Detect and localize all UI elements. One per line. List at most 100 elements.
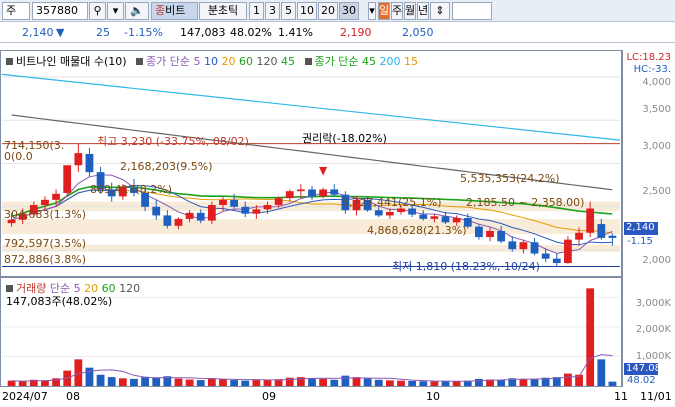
volume-bar bbox=[152, 377, 161, 386]
volume-bar bbox=[452, 380, 461, 386]
volume-bar bbox=[374, 379, 383, 386]
volume-bar bbox=[207, 378, 216, 386]
candle-body bbox=[385, 211, 394, 216]
volume-bar bbox=[107, 377, 116, 386]
legend-ma2-45: 45 bbox=[362, 55, 377, 68]
volume-value-label: 147,083주(48.02%) bbox=[6, 295, 113, 308]
candle-body bbox=[575, 232, 583, 240]
candle-body bbox=[441, 216, 450, 223]
candle-body bbox=[163, 215, 172, 226]
candle-body bbox=[519, 242, 528, 250]
volume-legend-ma-120: 120 bbox=[119, 282, 141, 295]
candle-body bbox=[285, 191, 294, 199]
candle-body bbox=[241, 206, 250, 214]
legend-square-icon bbox=[6, 58, 13, 65]
price-legend: 비트나인 매물대 수(10) 종가 단순 5 10 20 60 120 45 종… bbox=[6, 53, 418, 69]
candle-body bbox=[319, 189, 328, 197]
candle-body bbox=[185, 212, 194, 219]
volume-bar bbox=[263, 379, 272, 386]
candle-body bbox=[196, 212, 205, 221]
volume-bar bbox=[441, 381, 450, 386]
legend-ma-title: 종가 단순 bbox=[146, 55, 191, 68]
legend-ma-45: 45 bbox=[281, 55, 296, 68]
volume-bar bbox=[230, 380, 239, 386]
volume-bar bbox=[308, 378, 316, 386]
candle-body bbox=[541, 253, 550, 259]
volume-bar bbox=[419, 381, 428, 386]
volume-bar bbox=[397, 380, 405, 386]
vp-label: 792,597(3.5%) bbox=[4, 237, 87, 250]
legend-square-icon bbox=[136, 58, 144, 65]
candle-body bbox=[274, 198, 283, 206]
candle-body bbox=[230, 199, 239, 207]
x-tick: 08 bbox=[66, 390, 80, 403]
vp-label: 5,535,353(24.2%) bbox=[460, 172, 560, 185]
rights-arrow-icon bbox=[319, 166, 328, 176]
vp-label: 304,083(1.3%) bbox=[4, 208, 87, 221]
candle-body bbox=[52, 193, 60, 200]
legend-ma-20: 20 bbox=[221, 55, 236, 68]
vp-label: 2,185.50 ~ 2,358.00) bbox=[466, 196, 585, 209]
legend-square-icon bbox=[304, 58, 312, 65]
high-annotation: 최고 3,230 (-33.75%, 08/02) bbox=[97, 135, 249, 148]
volume-bar bbox=[497, 379, 506, 386]
legend-ma-120: 120 bbox=[256, 55, 278, 68]
volume-bar bbox=[18, 381, 27, 386]
candle-body bbox=[296, 189, 305, 192]
vp-label: 869,417(8.2%) bbox=[90, 183, 173, 196]
volume-bar bbox=[564, 373, 572, 386]
legend-ma2-15: 15 bbox=[404, 55, 419, 68]
candle-body bbox=[85, 153, 94, 173]
candle-body bbox=[263, 205, 272, 210]
candle-body bbox=[152, 206, 161, 216]
volume-bar bbox=[174, 378, 183, 386]
candle-body bbox=[475, 226, 483, 238]
legend-ma-60: 60 bbox=[239, 55, 254, 68]
volume-bar bbox=[586, 288, 595, 386]
low-annotation: 최저 1,810 (18.23%, 10/24) bbox=[392, 260, 540, 273]
x-tick: 11 bbox=[614, 390, 628, 403]
volume-bar bbox=[252, 380, 261, 386]
volume-bar bbox=[185, 379, 194, 386]
volume-bar bbox=[241, 380, 250, 386]
x-tick: 09 bbox=[262, 390, 276, 403]
volume-bar bbox=[141, 376, 149, 386]
candle-body bbox=[564, 239, 572, 264]
candle-body bbox=[174, 218, 183, 226]
candle-body bbox=[530, 242, 539, 254]
volume-bar bbox=[130, 378, 138, 386]
x-tick: 2024/07 bbox=[2, 390, 48, 403]
volume-bar bbox=[118, 378, 127, 386]
candle-body bbox=[397, 208, 405, 212]
volume-bar bbox=[219, 378, 227, 386]
candle-body bbox=[430, 216, 439, 219]
volume-bar bbox=[41, 380, 49, 386]
legend-square-icon bbox=[6, 285, 13, 292]
legend-ma-5: 5 bbox=[193, 55, 201, 68]
volume-bar bbox=[597, 359, 606, 386]
volume-bar bbox=[430, 381, 439, 386]
x-tick: 11/01 bbox=[640, 390, 672, 403]
vp-label: 0(0.0 bbox=[4, 150, 33, 163]
candle-body bbox=[597, 224, 606, 238]
candle-body bbox=[486, 231, 494, 238]
candle-body bbox=[497, 231, 506, 242]
volume-bar bbox=[330, 379, 339, 386]
candle-body bbox=[252, 209, 261, 214]
volume-bar bbox=[85, 367, 94, 386]
volume-bar bbox=[7, 380, 16, 386]
volume-bar bbox=[519, 379, 528, 386]
vp-label: 2,168,203(9.5%) bbox=[120, 160, 213, 173]
x-tick: 10 bbox=[426, 390, 440, 403]
vp-label: 5,727,441(25.1%) bbox=[342, 196, 442, 209]
volume-bar bbox=[96, 374, 105, 386]
candle-body bbox=[452, 218, 461, 223]
volume-bar bbox=[385, 380, 394, 386]
legend-name: 비트나인 매물대 수(10) bbox=[16, 55, 127, 68]
vp-label: 872,886(3.8%) bbox=[4, 253, 87, 266]
candle-body bbox=[330, 189, 339, 195]
candle-body bbox=[41, 199, 49, 206]
candle-body bbox=[63, 165, 72, 193]
vp-label: 4,868,628(21.3%) bbox=[367, 224, 467, 237]
volume-bar bbox=[608, 381, 617, 386]
